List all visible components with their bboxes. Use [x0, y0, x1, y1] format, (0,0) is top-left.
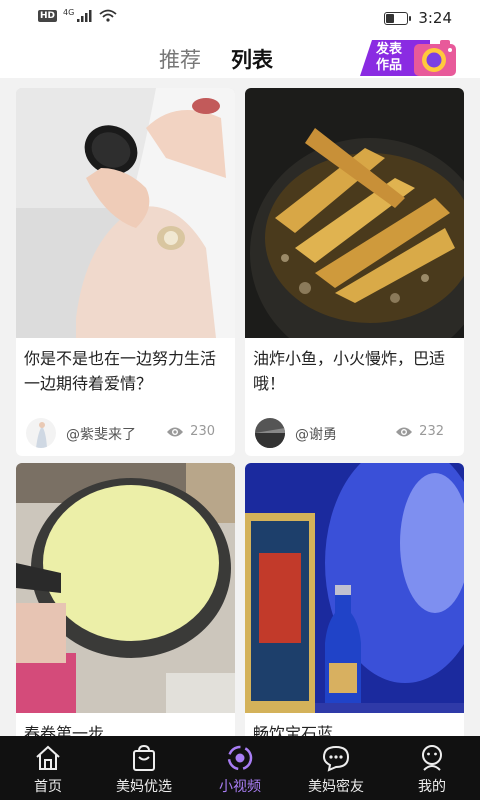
author-name[interactable]: @紫斐来了: [66, 424, 136, 444]
battery-icon: [384, 11, 412, 25]
wifi-icon: [99, 9, 117, 22]
publish-button[interactable]: 发表作品: [360, 38, 464, 78]
status-bar: HD 4G 3:24: [0, 0, 480, 36]
battery-fill: [386, 13, 395, 23]
nav-item-short-video[interactable]: 小视频: [192, 736, 288, 800]
nav-item-home[interactable]: 首页: [0, 736, 96, 800]
thumbnail-image: [245, 463, 464, 713]
card-thumbnail[interactable]: [16, 463, 235, 713]
thumbnail-image: [245, 88, 464, 338]
avatar[interactable]: [255, 418, 285, 448]
signal-icon: [77, 9, 92, 22]
shopping-bag-icon: [133, 744, 155, 771]
status-right: 3:24: [384, 9, 452, 27]
nav-label: 美妈密友: [308, 779, 364, 795]
video-reel-icon: [227, 745, 253, 771]
card-thumbnail[interactable]: [245, 463, 464, 713]
bottom-nav: 首页 美妈优选 小视频 美妈密友 我的: [0, 736, 480, 800]
card-thumbnail[interactable]: [245, 88, 464, 338]
network-type: 4G: [63, 8, 75, 17]
card-meta: @谢勇 232: [245, 400, 464, 456]
card-title: 油炸小鱼，小火慢炸，巴适哦！: [253, 349, 446, 393]
eye-icon: [167, 427, 184, 436]
video-card[interactable]: 春卷第一步: [16, 463, 235, 775]
thumbnail-image: [16, 463, 235, 713]
nav-item-profile[interactable]: 我的: [384, 736, 480, 800]
tab-list[interactable]: 列表: [231, 44, 273, 74]
view-count-value: 230: [190, 424, 215, 439]
avatar[interactable]: [26, 418, 56, 448]
author-name[interactable]: @谢勇: [295, 424, 337, 444]
nav-item-mall[interactable]: 美妈优选: [96, 736, 192, 800]
card-meta: @紫斐来了 230: [16, 400, 235, 456]
thumbnail-image: [16, 88, 235, 338]
status-left: HD 4G: [38, 8, 117, 22]
nav-label: 我的: [418, 779, 446, 795]
top-header: 推荐 列表 发表作品: [0, 36, 480, 78]
eye-icon: [396, 427, 413, 436]
video-card[interactable]: 油炸小鱼，小火慢炸，巴适哦！ @谢勇 232: [245, 88, 464, 456]
hd-badge: HD: [38, 9, 58, 22]
video-card[interactable]: 你是不是也在一边努力生活一边期待着爱情？ @紫斐来了 230: [16, 88, 235, 456]
view-count: 232: [395, 424, 444, 439]
nav-label: 美妈优选: [116, 779, 172, 795]
nav-label: 小视频: [219, 779, 261, 795]
card-title: 你是不是也在一边努力生活一边期待着爱情？: [24, 349, 217, 393]
view-count: 230: [166, 424, 215, 439]
profile-icon: [422, 745, 442, 771]
home-icon: [36, 745, 60, 770]
nav-label: 首页: [34, 779, 62, 795]
clock: 3:24: [418, 9, 452, 27]
video-card[interactable]: 畅饮宝石蓝: [245, 463, 464, 775]
chat-bubble-icon: [322, 745, 350, 772]
camera-icon: [414, 40, 456, 76]
publish-label: 发表作品: [376, 42, 403, 73]
tab-recommend[interactable]: 推荐: [159, 44, 201, 74]
view-count-value: 232: [419, 424, 444, 439]
card-thumbnail[interactable]: [16, 88, 235, 338]
nav-item-friends[interactable]: 美妈密友: [288, 736, 384, 800]
